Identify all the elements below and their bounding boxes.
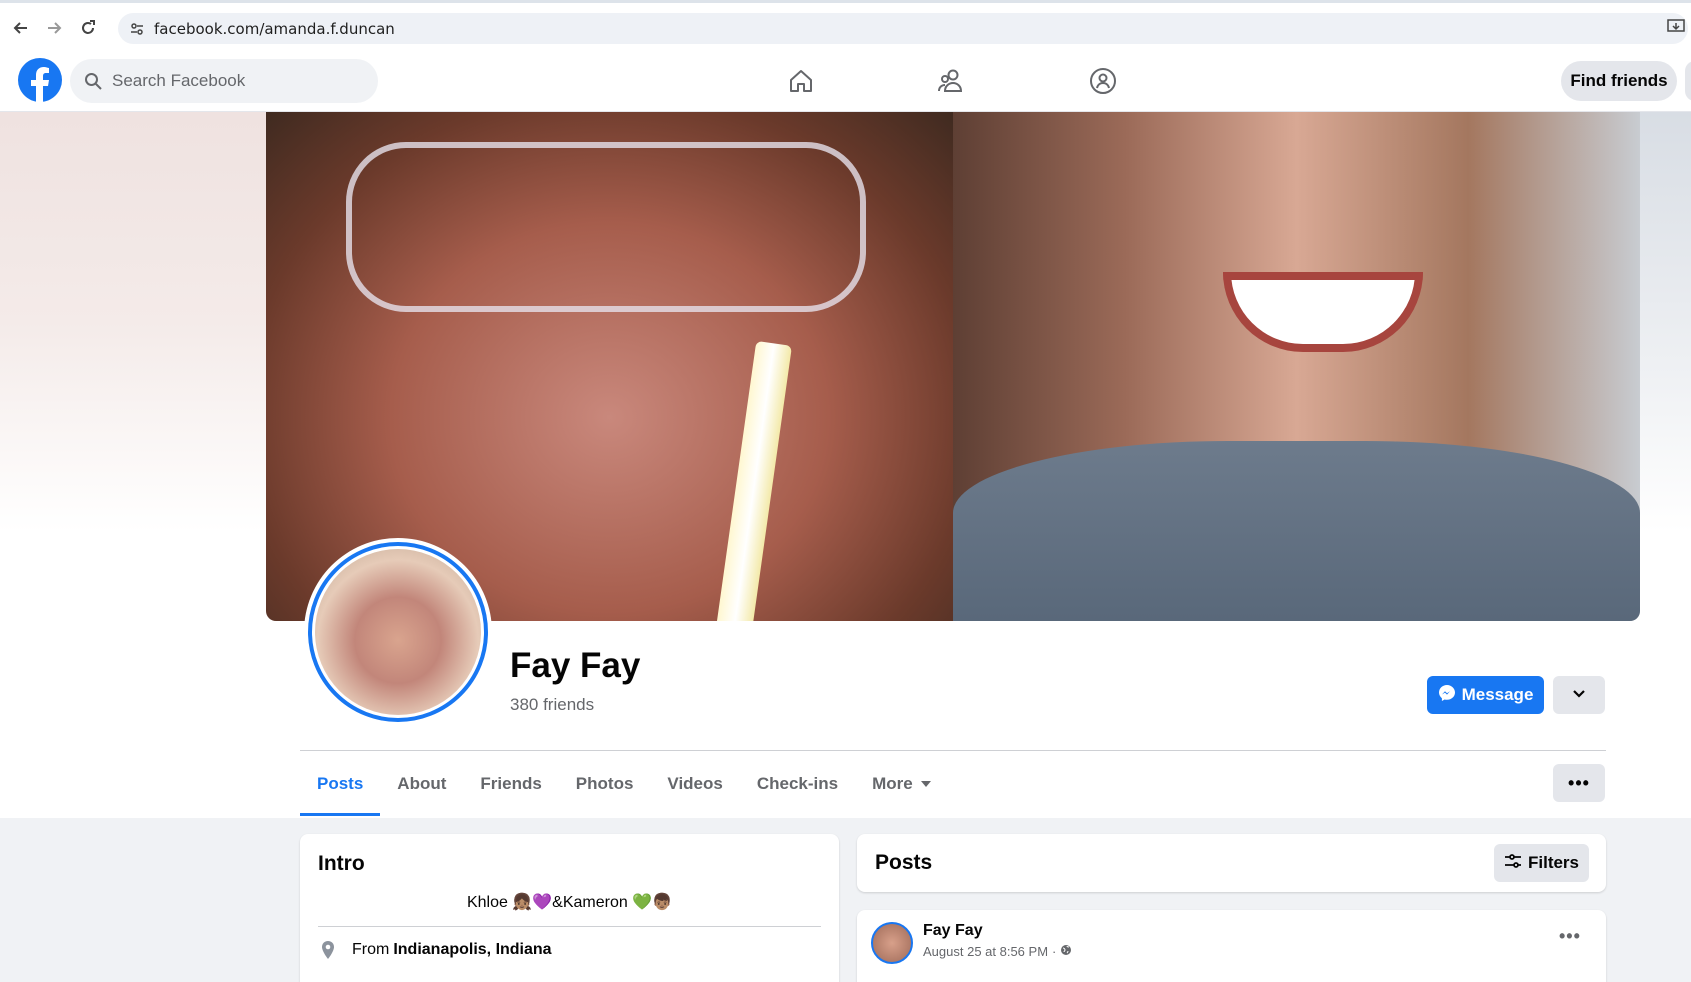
intro-card: Intro Khloe 👧🏽💜&Kameron 💚👦🏽 From Indiana… — [300, 834, 839, 982]
tab-label: Videos — [667, 774, 723, 793]
location-pin-icon — [318, 940, 338, 960]
tab-videos[interactable]: Videos — [650, 752, 739, 816]
tab-check-ins[interactable]: Check-ins — [740, 752, 855, 816]
tab-label: More — [872, 774, 913, 793]
tab-posts[interactable]: Posts — [300, 752, 381, 816]
friend-count[interactable]: 380 friends — [510, 695, 594, 715]
tab-friends[interactable]: Friends — [463, 752, 558, 816]
header-divider — [300, 750, 1606, 751]
shirt-shape — [953, 441, 1640, 621]
tab-label: Posts — [317, 774, 364, 793]
posts-title: Posts — [875, 851, 933, 874]
hometown-link[interactable]: Indianapolis, Indiana — [393, 941, 551, 959]
install-app-icon[interactable] — [1667, 19, 1687, 37]
facebook-top-bar: Find friends — [0, 50, 1691, 112]
site-settings-icon[interactable] — [128, 20, 146, 38]
search-box[interactable] — [70, 59, 378, 103]
intro-divider — [318, 926, 821, 927]
search-icon — [84, 72, 102, 90]
post-author-avatar[interactable] — [871, 922, 913, 964]
filters-button[interactable]: Filters — [1494, 844, 1589, 882]
intro-title: Intro — [318, 852, 365, 875]
message-label: Message — [1461, 685, 1534, 704]
friends-icon[interactable] — [937, 66, 967, 96]
post-timestamp[interactable]: August 25 at 8:56 PM — [923, 944, 1048, 959]
menu-button[interactable] — [1685, 61, 1691, 101]
meta-separator: · — [1052, 944, 1057, 959]
post-meta: August 25 at 8:56 PM · — [923, 944, 1072, 959]
avatar-story-ring — [308, 542, 488, 722]
cover-photo-boy — [953, 112, 1640, 621]
find-friends-button[interactable]: Find friends — [1561, 61, 1677, 101]
filter-sliders-icon — [1504, 853, 1522, 874]
url-text[interactable]: facebook.com/amanda.f.duncan — [154, 20, 395, 38]
tab-label: Photos — [575, 774, 634, 793]
message-button[interactable]: Message — [1427, 676, 1544, 714]
posts-header-card: Posts Filters — [857, 834, 1606, 892]
chevron-down-icon — [1572, 686, 1586, 704]
cover-backdrop-left — [0, 112, 266, 532]
facebook-logo-icon[interactable] — [18, 58, 62, 102]
address-bar[interactable]: facebook.com/amanda.f.duncan — [118, 13, 1688, 44]
profile-header: Fay Fay 380 friends Message Posts About … — [0, 112, 1691, 818]
ellipsis-icon: ••• — [1568, 772, 1590, 793]
messenger-icon — [1438, 684, 1456, 707]
groups-icon[interactable] — [1088, 66, 1118, 96]
profile-tabs: Posts About Friends Photos Videos Check-… — [300, 752, 948, 816]
profile-name: Fay Fay — [510, 646, 641, 685]
cover-photo[interactable] — [266, 112, 1640, 621]
browser-toolbar: facebook.com/amanda.f.duncan — [0, 0, 1691, 50]
search-input[interactable] — [112, 71, 352, 91]
post-options-icon[interactable]: ••• — [1559, 926, 1581, 947]
tab-label: About — [397, 774, 447, 793]
smile-shape — [1223, 272, 1423, 352]
more-options-button[interactable]: ••• — [1553, 764, 1605, 802]
from-prefix: From — [352, 941, 390, 958]
avatar-photo — [315, 549, 481, 715]
caret-down-icon — [920, 781, 931, 787]
filters-label: Filters — [1527, 853, 1580, 872]
home-icon[interactable] — [786, 66, 816, 96]
profile-options-dropdown[interactable] — [1553, 676, 1605, 714]
reload-icon[interactable] — [77, 17, 99, 39]
tab-photos[interactable]: Photos — [559, 752, 651, 816]
globe-icon[interactable] — [1060, 944, 1072, 959]
profile-avatar[interactable] — [304, 538, 492, 726]
tab-label: Check-ins — [756, 774, 839, 793]
cover-backdrop-right — [1640, 112, 1691, 532]
post-author-name[interactable]: Fay Fay — [923, 922, 983, 940]
post-card: Fay Fay August 25 at 8:56 PM · ••• — [857, 910, 1606, 982]
intro-hometown: From Indianapolis, Indiana — [318, 940, 552, 960]
tab-about[interactable]: About — [380, 752, 463, 816]
forward-icon[interactable] — [43, 17, 65, 39]
straw-shape — [715, 340, 793, 621]
tab-label: Friends — [480, 774, 542, 793]
glasses-shape — [346, 142, 866, 312]
tab-more[interactable]: More — [855, 752, 948, 816]
intro-bio: Khloe 👧🏽💜&Kameron 💚👦🏽 — [466, 894, 673, 911]
back-icon[interactable] — [10, 17, 32, 39]
